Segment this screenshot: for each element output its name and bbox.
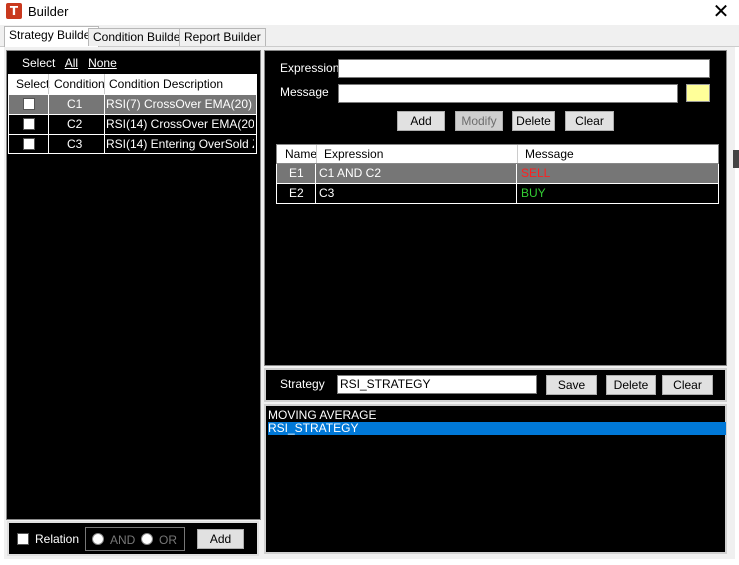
table-row[interactable]: E2 C3 BUY bbox=[277, 184, 718, 203]
condition-description: RSI(7) CrossOver EMA(20) b... bbox=[106, 97, 254, 111]
select-none-link[interactable]: None bbox=[88, 56, 117, 70]
condition-description: RSI(14) CrossOver EMA(20) ... bbox=[106, 117, 254, 131]
select-all-link[interactable]: All bbox=[65, 56, 78, 70]
title-bar bbox=[0, 0, 739, 24]
expressions-table-header: Name Expression Message bbox=[276, 144, 719, 164]
table-row[interactable]: E1 C1 AND C2 SELL bbox=[277, 164, 718, 183]
add-expression-button[interactable]: Add bbox=[397, 111, 445, 131]
strategy-label: Strategy bbox=[280, 377, 325, 391]
delete-strategy-button[interactable]: Delete bbox=[606, 375, 656, 395]
expression-input[interactable] bbox=[338, 59, 710, 78]
column-header-expression[interactable]: Expression bbox=[324, 144, 474, 164]
tab-report-builder[interactable]: Report Builder bbox=[179, 28, 266, 46]
clear-strategy-button[interactable]: Clear bbox=[662, 375, 713, 395]
select-label: Select bbox=[22, 56, 56, 70]
tab-condition-builder[interactable]: Condition Builder bbox=[88, 28, 190, 46]
row-checkbox[interactable] bbox=[23, 118, 35, 130]
column-header-message[interactable]: Message bbox=[525, 144, 675, 164]
delete-expression-button[interactable]: Delete bbox=[512, 111, 555, 131]
conditions-table: C1 RSI(7) CrossOver EMA(20) b... C2 RSI(… bbox=[8, 94, 257, 154]
save-strategy-button[interactable]: Save bbox=[546, 375, 597, 395]
expression-value: C1 AND C2 bbox=[319, 166, 382, 180]
condition-id: C1 bbox=[67, 97, 83, 111]
window-title: Builder bbox=[28, 4, 69, 19]
or-radio[interactable] bbox=[141, 533, 153, 545]
table-row[interactable]: C1 RSI(7) CrossOver EMA(20) b... bbox=[9, 95, 256, 114]
expression-name: E2 bbox=[289, 186, 304, 200]
strategy-name-input[interactable]: RSI_STRATEGY bbox=[337, 375, 537, 394]
column-header-select[interactable]: Select bbox=[16, 74, 56, 94]
relation-label: Relation bbox=[35, 532, 80, 546]
relation-add-button[interactable]: Add bbox=[197, 529, 244, 549]
and-radio[interactable] bbox=[92, 533, 104, 545]
condition-id: C2 bbox=[67, 117, 83, 131]
row-checkbox[interactable] bbox=[23, 138, 35, 150]
or-label: OR bbox=[159, 533, 177, 547]
expression-message: BUY bbox=[521, 186, 546, 200]
edge-artifact bbox=[733, 150, 739, 168]
expression-message: SELL bbox=[521, 166, 551, 180]
tab-strategy-builder[interactable]: Strategy Builder bbox=[4, 26, 100, 47]
condition-id: C3 bbox=[67, 137, 83, 151]
column-header-condition[interactable]: Condition bbox=[54, 74, 106, 94]
relation-checkbox[interactable] bbox=[17, 533, 29, 545]
row-checkbox[interactable] bbox=[23, 98, 35, 110]
expressions-table: E1 C1 AND C2 SELL E2 C3 BUY bbox=[276, 164, 719, 204]
select-row: Select All None bbox=[22, 56, 117, 70]
message-input[interactable] bbox=[338, 84, 678, 103]
expression-value: C3 bbox=[319, 186, 335, 200]
conditions-table-header: Select Condition Condition Description bbox=[8, 74, 257, 94]
message-color-picker[interactable] bbox=[686, 84, 710, 102]
and-label: AND bbox=[110, 533, 136, 547]
list-item[interactable]: RSI_STRATEGY bbox=[268, 422, 726, 435]
modify-expression-button[interactable]: Modify bbox=[455, 111, 503, 131]
condition-description: RSI(14) Entering OverSold Z... bbox=[106, 137, 254, 151]
message-label: Message bbox=[280, 85, 329, 99]
column-header-description[interactable]: Condition Description bbox=[109, 74, 249, 94]
table-row[interactable]: C3 RSI(14) Entering OverSold Z... bbox=[9, 135, 256, 154]
app-icon: T bbox=[6, 3, 22, 19]
clear-expression-button[interactable]: Clear bbox=[565, 111, 614, 131]
expression-name: E1 bbox=[289, 166, 304, 180]
table-row[interactable]: C2 RSI(14) CrossOver EMA(20) ... bbox=[9, 115, 256, 134]
expression-label: Expression bbox=[280, 61, 340, 75]
close-icon[interactable]: ✕ bbox=[710, 0, 732, 22]
